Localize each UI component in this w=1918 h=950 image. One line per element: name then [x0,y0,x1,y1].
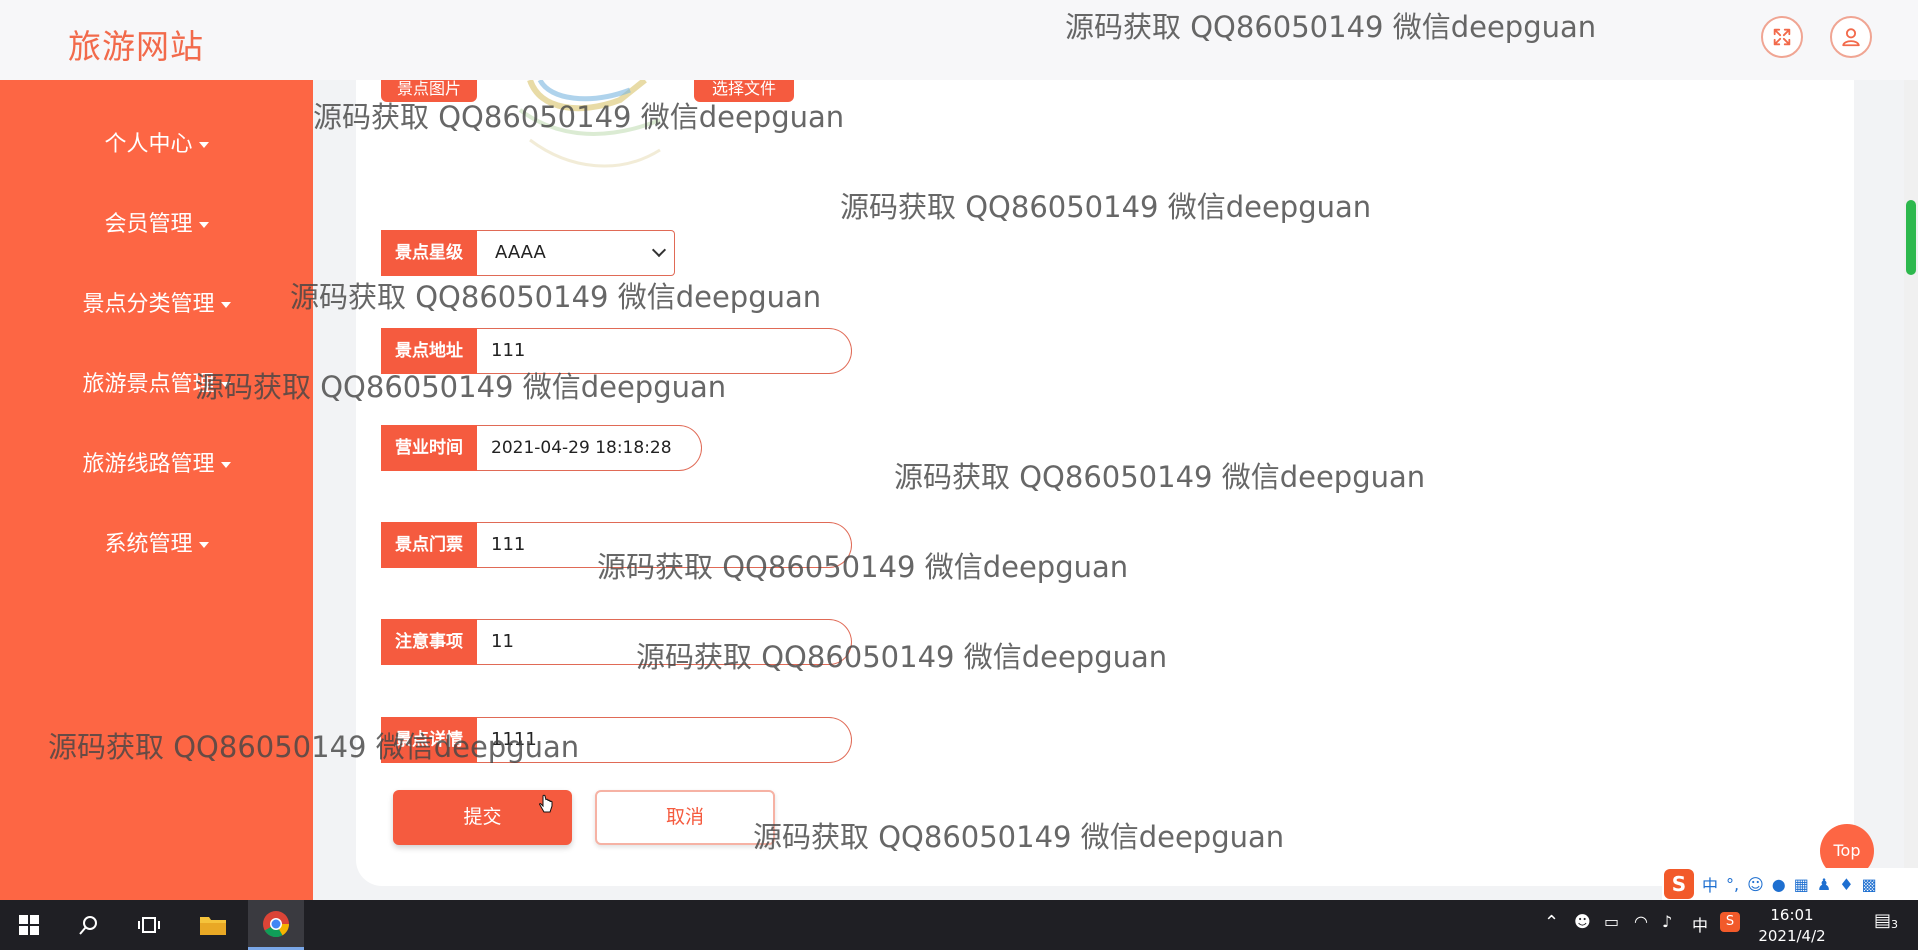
taskbar-date[interactable]: 2021/4/2 [1752,927,1832,945]
caret-down-icon [198,222,209,228]
ticket-label: 景点门票 [381,522,477,568]
task-view-button[interactable] [122,900,176,950]
notification-count: 3 [1891,918,1898,931]
star-level-select[interactable]: AAAA [477,230,675,276]
chrome-button[interactable] [248,900,304,950]
watermark: 源码获取 QQ86050149 微信deepguan [313,100,845,134]
battery-icon[interactable]: ▭ [1604,912,1619,931]
chrome-icon [263,910,290,937]
folder-icon [200,917,226,935]
network-icon[interactable]: ◠ [1634,912,1648,931]
caret-down-icon [220,302,231,308]
fullscreen-button[interactable] [1761,16,1803,58]
business-hours-input[interactable]: 2021-04-29 18:18:28 [477,425,702,471]
qq-tray-icon[interactable]: ☻ [1574,912,1591,931]
microphone-icon[interactable]: ● [1772,875,1786,894]
windows-taskbar: ⌃ ☻ ▭ ◠ ♪ 中 S 16:01 2021/4/2 ▤3 [0,900,1918,950]
sidebar-item-category-management[interactable]: 景点分类管理 [0,285,313,325]
sidebar-item-label: 旅游线路管理 [82,452,215,477]
cancel-button[interactable]: 取消 [595,790,775,845]
emoji-icon[interactable]: ☺ [1747,875,1764,894]
user-icon [1842,28,1860,47]
sidebar-item-label: 个人中心 [104,132,193,157]
watermark: 源码获取 QQ86050149 微信deepguan [753,820,1285,854]
sidebar-item-member-management[interactable]: 会员管理 [0,205,313,245]
watermark: 源码获取 QQ86050149 微信deepguan [195,370,727,404]
ime-toolbar[interactable]: S 中 °, ☺ ● ▦ ♟ ♦ ▩ [1662,868,1918,900]
file-explorer-button[interactable] [186,900,240,950]
search-button[interactable] [62,900,116,950]
sidebar-item-label: 系统管理 [104,532,193,557]
top-header: 旅游网站 [0,0,1918,80]
caret-down-icon [220,462,231,468]
sidebar-item-route-management[interactable]: 旅游线路管理 [0,445,313,485]
search-icon [79,916,97,935]
ime-punct-indicator[interactable]: °, [1726,875,1739,894]
windows-logo-icon [19,915,39,935]
notes-label: 注意事项 [381,619,477,665]
user-center-icon[interactable]: ♟ [1817,875,1831,894]
caret-down-icon [198,142,209,148]
volume-icon[interactable]: ♪ [1662,912,1672,931]
user-menu-button[interactable] [1830,16,1872,58]
watermark: 源码获取 QQ86050149 微信deepguan [597,550,1129,584]
skin-icon[interactable]: ♦ [1839,875,1853,894]
chevron-down-icon [651,242,667,258]
watermark: 源码获取 QQ86050149 微信deepguan [894,460,1426,494]
sidebar-item-label: 会员管理 [104,212,193,237]
tray-expand-chevron-icon[interactable]: ⌃ [1544,912,1559,933]
sogou-logo-icon: S [1664,869,1694,899]
sogou-tray-icon[interactable]: S [1720,912,1740,932]
star-level-label: 景点星级 [381,230,477,276]
toolbox-icon[interactable]: ▩ [1862,875,1877,894]
watermark: 源码获取 QQ86050149 微信deepguan [840,190,1372,224]
sidebar-item-system-management[interactable]: 系统管理 [0,525,313,565]
caret-down-icon [198,542,209,548]
sidebar-item-label: 景点分类管理 [82,292,215,317]
watermark: 源码获取 QQ86050149 微信deepguan [1065,10,1597,44]
start-button[interactable] [2,900,56,950]
sidebar-item-personal-center[interactable]: 个人中心 [0,125,313,165]
expand-arrows-icon [1773,28,1791,46]
watermark: 源码获取 QQ86050149 微信deepguan [290,280,822,314]
page-scrollbar-thumb[interactable] [1906,200,1916,275]
task-view-icon [138,917,160,933]
notification-icon: ▤ [1873,910,1891,931]
watermark: 源码获取 QQ86050149 微信deepguan [636,640,1168,674]
sidebar: 个人中心 会员管理 景点分类管理 旅游景点管理 旅游线路管理 系统管理 [0,80,313,900]
hand-cursor-icon [539,794,553,813]
ime-lang-indicator[interactable]: 中 [1702,872,1718,896]
business-hours-label: 营业时间 [381,425,477,471]
site-brand[interactable]: 旅游网站 [68,20,204,68]
watermark: 源码获取 QQ86050149 微信deepguan [48,730,580,764]
star-level-selected-value: AAAA [495,242,546,263]
taskbar-time[interactable]: 16:01 [1752,906,1832,924]
keyboard-icon[interactable]: ▦ [1794,875,1809,894]
notification-center-button[interactable]: ▤3 [1866,910,1906,940]
tray-ime-lang[interactable]: 中 [1692,912,1708,936]
